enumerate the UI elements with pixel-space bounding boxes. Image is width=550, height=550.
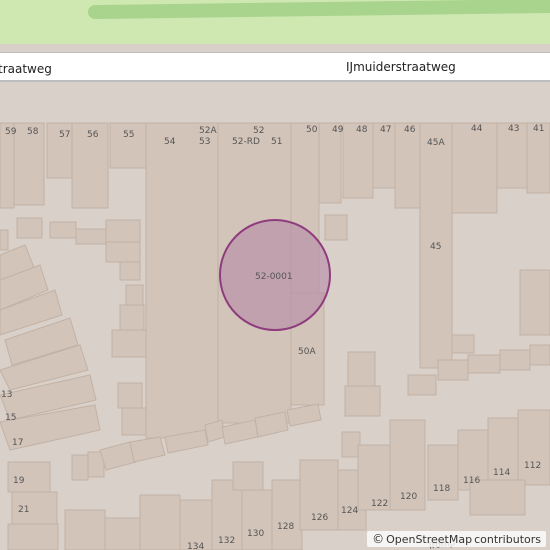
- house-number: 59: [5, 127, 17, 137]
- house-number: 122: [371, 499, 388, 509]
- house-number: 118: [433, 484, 450, 494]
- house-number: 112: [524, 461, 541, 471]
- house-number: 50A: [298, 347, 316, 357]
- house-number: 49: [332, 125, 344, 135]
- house-number: 47: [380, 125, 391, 135]
- house-number: 126: [311, 513, 328, 523]
- osm-link[interactable]: OpenStreetMap: [386, 533, 472, 546]
- house-number: 134: [187, 542, 204, 550]
- park-path: [88, 0, 550, 19]
- house-number: 128: [277, 522, 294, 532]
- house-number: 15: [5, 413, 16, 423]
- marker-label: 52-0001: [255, 272, 293, 282]
- house-number: 45: [430, 242, 441, 252]
- house-number: 13: [1, 390, 12, 400]
- attribution-suffix: contributors: [474, 532, 541, 546]
- house-number: 17: [12, 438, 23, 448]
- house-number: 50: [306, 125, 318, 135]
- house-number: 52: [253, 126, 264, 136]
- attribution: © OpenStreetMap contributors: [367, 531, 546, 547]
- house-number: 45A: [427, 138, 445, 148]
- house-number: 58: [27, 127, 39, 137]
- house-number: 19: [13, 476, 25, 486]
- house-number: 44: [471, 124, 483, 134]
- house-number: 114: [493, 468, 510, 478]
- house-number: 52A: [199, 126, 217, 136]
- house-number: 52-RD: [232, 137, 260, 147]
- location-marker[interactable]: 52-0001: [219, 219, 331, 331]
- house-number: 51: [271, 137, 282, 147]
- house-number: 56: [87, 130, 99, 140]
- house-number: 46: [404, 125, 416, 135]
- house-number: 132: [218, 536, 235, 546]
- house-number: 116: [463, 476, 480, 486]
- house-number: 48: [356, 125, 368, 135]
- house-number: 120: [400, 492, 417, 502]
- map-layer: 59 58 57 56 55 54 52A 53 52 52-RD 51 50 …: [0, 0, 550, 550]
- main-road: [0, 53, 550, 80]
- house-number: 130: [247, 529, 264, 539]
- house-number: 55: [123, 130, 134, 140]
- house-number: 43: [508, 124, 519, 134]
- house-number: 54: [164, 137, 176, 147]
- map-canvas[interactable]: 59 58 57 56 55 54 52A 53 52 52-RD 51 50 …: [0, 0, 550, 550]
- copyright-icon: ©: [372, 532, 385, 546]
- street-label-fragment: traatweg: [0, 62, 52, 76]
- house-number: 53: [199, 137, 210, 147]
- house-number: 124: [341, 506, 358, 516]
- house-number: 21: [18, 505, 29, 515]
- house-number: 57: [59, 130, 70, 140]
- house-number: 41: [533, 124, 544, 134]
- street-label-main: IJmuiderstraatweg: [346, 60, 456, 74]
